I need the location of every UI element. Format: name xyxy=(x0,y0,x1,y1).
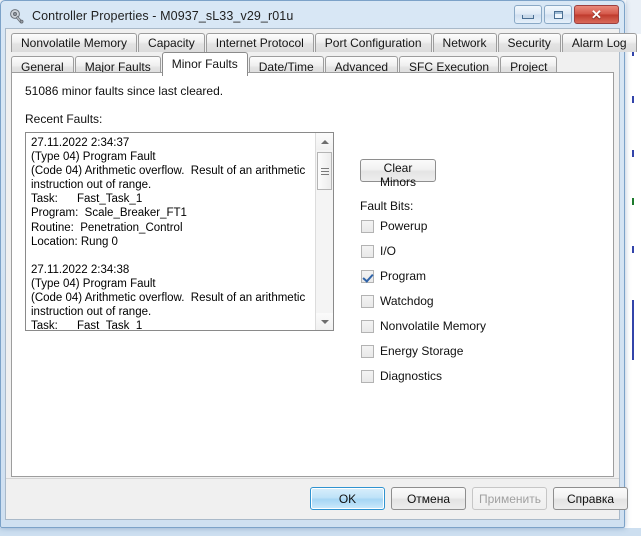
minimize-icon xyxy=(522,15,534,19)
scroll-up-button[interactable] xyxy=(316,133,333,150)
fault-bit-label: Energy Storage xyxy=(380,344,464,358)
checkbox-icon[interactable] xyxy=(361,344,374,358)
recent-faults-textbox[interactable]: 27.11.2022 2:34:37 (Type 04) Program Fau… xyxy=(25,132,334,331)
grip-icon xyxy=(320,167,329,175)
backdrop-text-mark xyxy=(632,246,634,253)
controller-properties-dialog: Controller Properties - M0937_sL33_v29_r… xyxy=(0,0,637,528)
window-controls: ✕ xyxy=(514,5,619,24)
chevron-down-icon xyxy=(320,319,329,324)
tab-alarm-log[interactable]: Alarm Log xyxy=(561,33,637,52)
chevron-up-icon xyxy=(320,139,329,144)
fault-bit-powerup[interactable]: Powerup xyxy=(361,218,427,234)
backdrop-text-mark xyxy=(632,300,634,360)
window-title: Controller Properties - M0937_sL33_v29_r… xyxy=(32,9,294,23)
fault-bits-label: Fault Bits: xyxy=(360,199,414,213)
fault-bit-diagnostics[interactable]: Diagnostics xyxy=(361,368,442,384)
backdrop-band xyxy=(626,0,641,34)
close-button[interactable]: ✕ xyxy=(574,5,619,24)
apply-button: Применить xyxy=(472,487,547,510)
checkbox-icon[interactable] xyxy=(361,294,374,308)
fault-bit-label: I/O xyxy=(380,244,397,258)
checkbox-icon[interactable] xyxy=(361,369,374,383)
fault-bit-label: Diagnostics xyxy=(380,369,443,383)
fault-bit-program[interactable]: Program xyxy=(361,268,426,284)
recent-faults-scrollbar[interactable] xyxy=(315,133,333,330)
checkbox-icon[interactable] xyxy=(361,219,374,233)
recent-faults-label: Recent Faults: xyxy=(25,112,103,126)
controller-icon xyxy=(9,8,26,25)
ok-button[interactable]: OK xyxy=(310,487,385,510)
tab-port-configuration[interactable]: Port Configuration xyxy=(314,33,432,52)
tab-row-upper: Nonvolatile Memory Capacity Internet Pro… xyxy=(11,32,637,52)
recent-faults-text: 27.11.2022 2:34:37 (Type 04) Program Fau… xyxy=(31,137,306,330)
maximize-button[interactable] xyxy=(544,5,572,24)
tab-network[interactable]: Network xyxy=(432,33,497,52)
cancel-button[interactable]: Отмена xyxy=(391,487,466,510)
clear-minors-button[interactable]: Clear Minors xyxy=(360,159,436,189)
scrollbar-thumb[interactable] xyxy=(317,152,332,190)
minor-fault-count-text: 51086 minor faults since last cleared. xyxy=(25,84,224,98)
backdrop-pane xyxy=(630,34,641,500)
checkbox-icon[interactable] xyxy=(361,244,374,258)
backdrop-text-mark xyxy=(632,96,634,103)
dialog-footer: OK Отмена Применить Справка xyxy=(6,478,628,519)
tab-nonvolatile-memory[interactable]: Nonvolatile Memory xyxy=(11,33,138,52)
maximize-icon xyxy=(553,10,563,19)
minor-faults-panel: 51086 minor faults since last cleared. R… xyxy=(11,72,614,477)
tab-minor-faults[interactable]: Minor Faults xyxy=(161,52,248,76)
checkbox-icon[interactable] xyxy=(361,319,374,333)
fault-bit-label: Nonvolatile Memory xyxy=(380,319,487,333)
scroll-down-button[interactable] xyxy=(316,313,333,330)
fault-bit-label: Watchdog xyxy=(380,294,434,308)
fault-bit-watchdog[interactable]: Watchdog xyxy=(361,293,434,309)
fault-bit-label: Program xyxy=(380,269,427,283)
fault-bit-energy-storage[interactable]: Energy Storage xyxy=(361,343,463,359)
tab-internet-protocol[interactable]: Internet Protocol xyxy=(205,33,314,52)
tab-security[interactable]: Security xyxy=(497,33,561,52)
title-bar[interactable]: Controller Properties - M0937_sL33_v29_r… xyxy=(5,4,620,28)
tab-strip: Nonvolatile Memory Capacity Internet Pro… xyxy=(6,29,637,76)
minimize-button[interactable] xyxy=(514,5,542,24)
close-icon: ✕ xyxy=(591,7,602,22)
help-button[interactable]: Справка xyxy=(553,487,628,510)
backdrop-bottom-band xyxy=(0,528,641,536)
tab-capacity[interactable]: Capacity xyxy=(138,33,205,52)
dialog-client-area: Nonvolatile Memory Capacity Internet Pro… xyxy=(5,28,637,520)
backdrop-text-mark xyxy=(632,198,634,205)
checkbox-checked-icon[interactable] xyxy=(361,269,374,283)
fault-bit-label: Powerup xyxy=(380,219,428,233)
backdrop-text-mark xyxy=(632,150,634,157)
fault-bit-nonvolatile-memory[interactable]: Nonvolatile Memory xyxy=(361,318,486,334)
fault-bit-io[interactable]: I/O xyxy=(361,243,396,259)
